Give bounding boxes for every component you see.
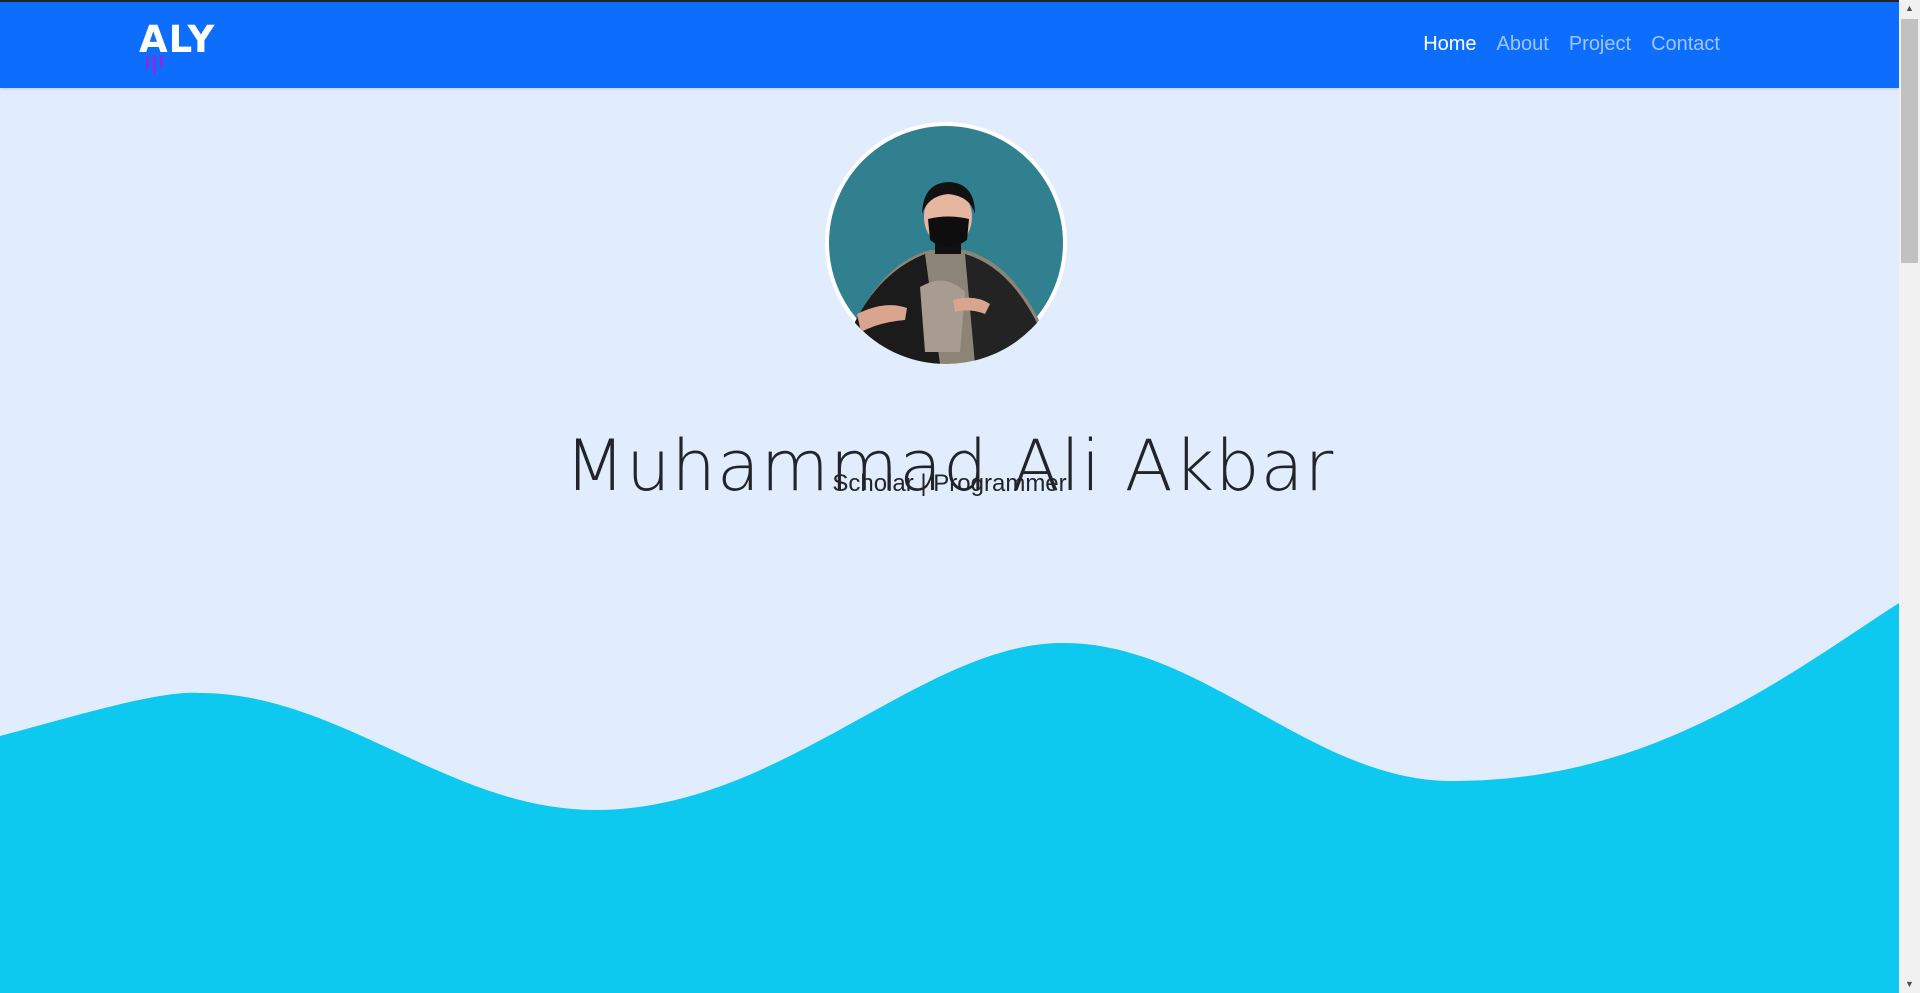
avatar-illustration (829, 126, 1063, 364)
hero-wave (0, 603, 1899, 993)
page-scrollbar[interactable]: ▲ ▼ (1899, 0, 1920, 993)
profile-avatar (825, 122, 1067, 364)
up-arrow-icon[interactable]: ▲ (1899, 0, 1920, 17)
scrollbar-thumb[interactable] (1901, 19, 1918, 263)
nav-contact[interactable]: Contact (1651, 33, 1720, 56)
down-arrow-icon[interactable]: ▼ (1899, 976, 1920, 993)
brand-logo[interactable]: ALY (139, 18, 219, 75)
nav-project[interactable]: Project (1569, 33, 1631, 56)
logo-drip-icon (146, 55, 163, 75)
navbar: ALY Home About Project Contact (0, 0, 1899, 88)
window-top-border (0, 0, 1899, 2)
hero-tagline: Scholar | Programmer (832, 470, 1067, 497)
nav-home[interactable]: Home (1423, 33, 1476, 56)
nav-menu: Home About Project Contact (1423, 0, 1720, 88)
nav-about[interactable]: About (1497, 33, 1549, 56)
